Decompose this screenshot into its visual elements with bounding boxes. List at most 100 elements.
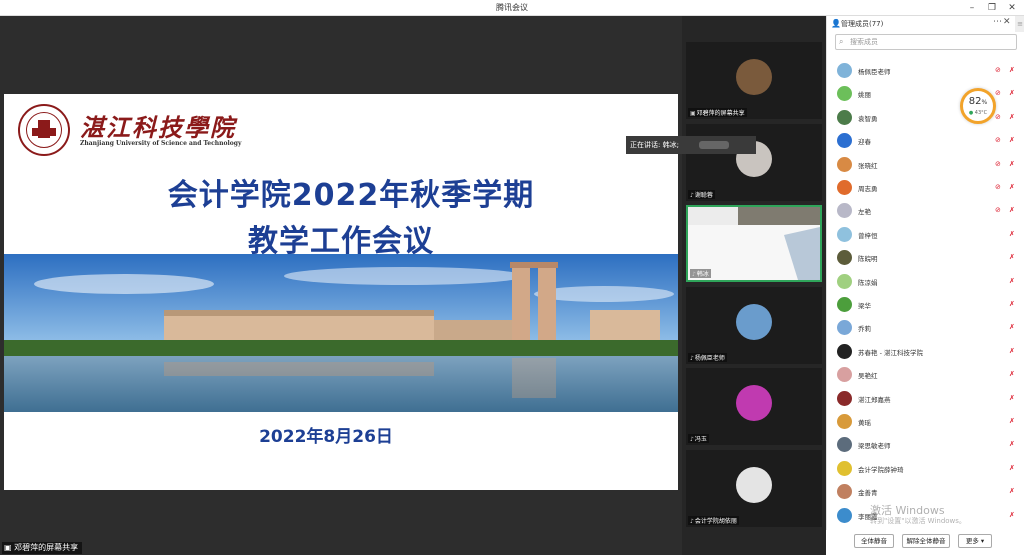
camera-off-icon[interactable]: ⊘ (995, 183, 1001, 191)
panel-menu-icon[interactable]: ≡ (1015, 16, 1024, 32)
member-name: 杨佩臣老师 (858, 68, 891, 76)
member-name: 袁智勇 (858, 114, 878, 123)
mic-muted-icon[interactable]: ✗ (1009, 300, 1015, 308)
mic-muted-icon[interactable]: ✗ (1009, 370, 1015, 378)
mic-icon: ♪ (690, 518, 694, 525)
cpu-percent: 82 (968, 96, 982, 107)
close-button[interactable]: ✕ (1004, 1, 1020, 15)
cpu-percent-unit: % (981, 99, 988, 106)
video-tile-active-speaker[interactable]: ♪韩冰 (686, 205, 822, 282)
member-avatar (837, 414, 852, 429)
campus-photo (4, 254, 678, 412)
cpu-temperature: 43°C (974, 110, 988, 116)
mic-muted-icon[interactable]: ✗ (1009, 511, 1015, 519)
mic-icon: ♪ (690, 192, 694, 199)
title-bar: 腾讯会议 – ❐ ✕ (0, 0, 1024, 16)
mic-muted-icon[interactable]: ✗ (1009, 323, 1015, 331)
mic-muted-icon[interactable]: ✗ (1009, 277, 1015, 285)
member-name: 迎春 (858, 138, 871, 147)
member-avatar (837, 484, 852, 500)
member-avatar (837, 156, 852, 172)
member-row[interactable]: 陈凉娟 ✗ (827, 271, 1024, 294)
close-panel-icon[interactable]: ✕ (1003, 17, 1011, 27)
member-name: 吴艳红 (858, 372, 878, 381)
search-icon: ⌕ (839, 37, 844, 46)
video-tile[interactable]: ♪杨佩臣老师 (686, 287, 822, 364)
member-avatar (837, 297, 852, 312)
mic-muted-icon[interactable]: ✗ (1009, 113, 1015, 121)
minimize-button[interactable]: – (964, 1, 980, 15)
member-search[interactable]: ⌕ (835, 34, 1017, 50)
camera-off-icon[interactable]: ⊘ (995, 113, 1001, 121)
participant-name: 邓碧萍的屏幕共享 (696, 110, 745, 117)
mic-muted-icon[interactable]: ✗ (1009, 464, 1015, 472)
member-name: 张晓红 (858, 161, 878, 170)
mic-muted-icon[interactable]: ✗ (1009, 66, 1015, 74)
member-avatar (837, 203, 852, 219)
member-name: 周志勇 (858, 185, 878, 193)
participant-name: 杨佩臣老师 (694, 355, 725, 362)
mic-muted-icon[interactable]: ✗ (1009, 253, 1015, 261)
member-row[interactable]: 梁华 ✗ (827, 294, 1024, 317)
member-row[interactable]: 苏春艳 - 湛江科技学院 ✗ (827, 341, 1024, 364)
mute-all-button[interactable]: 全体静音 (854, 534, 894, 548)
member-row[interactable]: 张晓红 ⊘ ✗ (827, 154, 1024, 177)
member-name: 梁思敏老师 (858, 442, 891, 451)
more-button[interactable]: 更多 ▾ (958, 534, 992, 548)
member-row[interactable]: 梁思敏老师 ✗ (827, 434, 1024, 457)
mic-muted-icon[interactable]: ✗ (1009, 394, 1015, 402)
members-panel-footer: 全体静音 解除全体静音 更多 ▾ (826, 530, 1024, 555)
member-row[interactable]: 吴艳红 ✗ (827, 364, 1024, 387)
camera-off-icon[interactable]: ⊘ (995, 160, 1001, 168)
screen-share-label-text: 邓碧萍的屏幕共享 (14, 543, 79, 552)
user-icon: 👤 (831, 19, 841, 28)
member-row[interactable]: 周志勇 ⊘ ✗ (827, 177, 1024, 200)
unmute-all-button[interactable]: 解除全体静音 (902, 534, 950, 548)
screen-share-icon: ▣ (4, 543, 15, 552)
member-row[interactable]: 黄瑶 ✗ (827, 411, 1024, 434)
member-row[interactable]: 会计学院薛钟琦 ✗ (827, 458, 1024, 481)
performance-gauge[interactable]: 82% ● 43°C (960, 88, 996, 124)
member-row[interactable]: 迎春 ⊘ ✗ (827, 130, 1024, 153)
camera-off-icon[interactable]: ⊘ (995, 66, 1001, 74)
mic-muted-icon[interactable]: ✗ (1009, 136, 1015, 144)
mic-muted-icon[interactable]: ✗ (1009, 487, 1015, 495)
mic-icon: ♪ (690, 436, 694, 443)
more-options-icon[interactable]: ⋯ (993, 17, 1002, 27)
member-avatar (837, 250, 852, 266)
mic-muted-icon[interactable]: ✗ (1009, 160, 1015, 168)
speaker-avatar-blur (698, 141, 729, 149)
participant-avatar (736, 466, 772, 503)
member-row[interactable]: 金善青 ✗ (827, 481, 1024, 504)
video-tile[interactable]: ♪冯玉 (686, 368, 822, 445)
mic-muted-icon[interactable]: ✗ (1009, 347, 1015, 355)
camera-off-icon[interactable]: ⊘ (995, 206, 1001, 214)
member-name: 姚丽 (858, 91, 871, 100)
mic-muted-icon[interactable]: ✗ (1009, 183, 1015, 191)
member-row[interactable]: 杨佩臣老师 ⊘ ✗ (827, 60, 1024, 83)
member-search-input[interactable] (850, 36, 1010, 48)
participant-avatar (736, 58, 772, 95)
member-name: 陈凉娟 (858, 278, 878, 287)
video-tile[interactable]: ▣邓碧萍的屏幕共享 (686, 42, 822, 119)
mic-muted-icon[interactable]: ✗ (1009, 206, 1015, 214)
restore-button[interactable]: ❐ (984, 1, 1000, 15)
member-row[interactable]: 左艳 ⊘ ✗ (827, 200, 1024, 223)
member-avatar (837, 460, 852, 476)
member-row[interactable]: 乔莉 ✗ (827, 317, 1024, 340)
video-tile[interactable]: ♪会计学院胡依丽 (686, 450, 822, 527)
member-row[interactable]: 湛江郑嘉燕 ✗ (827, 388, 1024, 411)
mic-muted-icon[interactable]: ✗ (1009, 230, 1015, 238)
mic-muted-icon[interactable]: ✗ (1009, 417, 1015, 425)
camera-off-icon[interactable]: ⊘ (995, 136, 1001, 144)
member-row[interactable]: 曾梓恒 ✗ (827, 224, 1024, 247)
member-avatar (837, 109, 852, 125)
mic-muted-icon[interactable]: ✗ (1009, 89, 1015, 97)
member-avatar (837, 180, 852, 195)
member-avatar (837, 63, 852, 78)
mic-muted-icon[interactable]: ✗ (1009, 440, 1015, 448)
members-panel-title: 管理成员(77) (841, 20, 884, 28)
member-row[interactable]: 陈皖明 ✗ (827, 247, 1024, 270)
participant-name: 谢聪蓉 (694, 192, 713, 199)
camera-off-icon[interactable]: ⊘ (995, 89, 1001, 97)
